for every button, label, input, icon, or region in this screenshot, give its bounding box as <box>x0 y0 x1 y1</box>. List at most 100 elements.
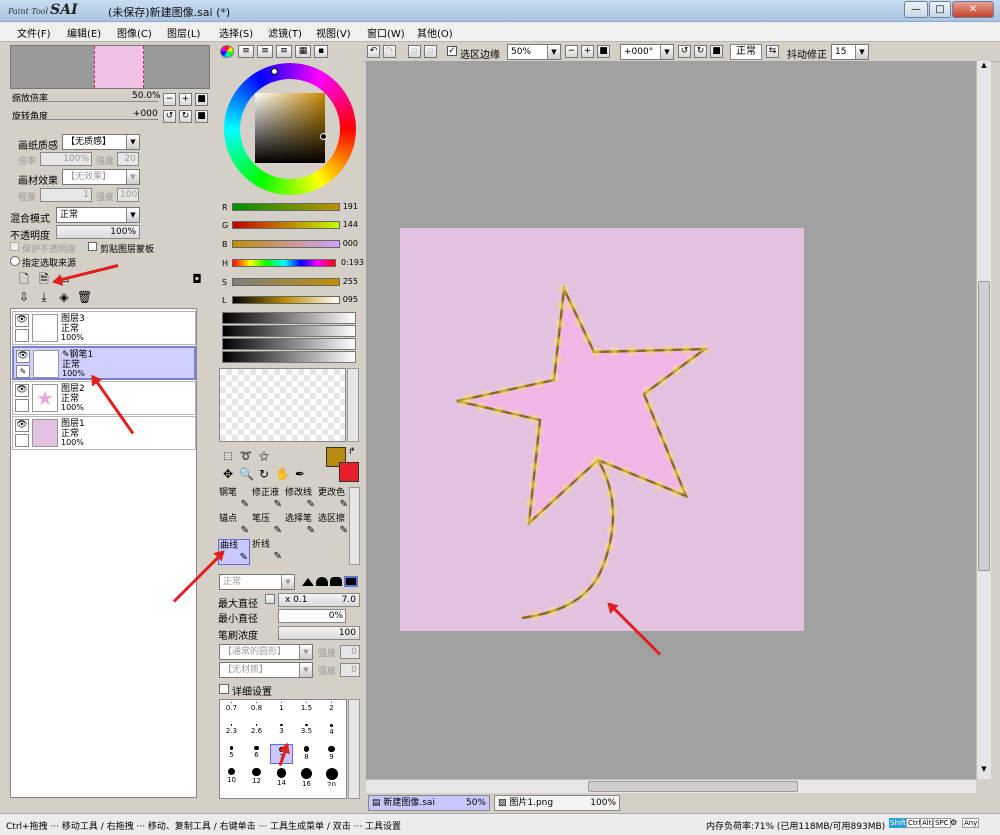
tool-button[interactable]: 笔压 ✎ <box>251 513 283 539</box>
tool-button[interactable]: 选择笔 ✎ <box>284 513 316 539</box>
lock-toggle[interactable] <box>15 329 29 342</box>
zoom-icon[interactable]: 🔍 <box>239 467 254 481</box>
min-size-field[interactable]: 0% <box>278 609 346 623</box>
drawing-paper[interactable] <box>400 228 804 631</box>
swatches-tab[interactable]: ▦ <box>295 45 311 58</box>
brush-size-preset[interactable]: 14 <box>270 766 293 786</box>
l-slider[interactable] <box>232 296 340 304</box>
b-slider[interactable] <box>232 240 340 248</box>
scratchpad-tab[interactable]: ▪ <box>314 45 328 58</box>
settings-icon[interactable]: ⚙ <box>950 818 957 827</box>
magic-wand-icon[interactable]: ⚝ <box>257 450 271 464</box>
minimize-button[interactable]: — <box>904 1 928 18</box>
hue-picker[interactable] <box>271 68 278 75</box>
brush-size-preset[interactable]: 4 <box>320 722 343 742</box>
layer-mask-icon[interactable]: ◘ <box>190 272 204 286</box>
new-layer-icon[interactable]: 🗋 <box>17 272 31 286</box>
stabilizer-select[interactable]: 15 ▼ <box>831 44 869 60</box>
brush-size-preset[interactable]: 6 <box>245 744 268 764</box>
layer-row[interactable]: 👁 图层3 正常 100% <box>12 311 196 345</box>
canvas-rotate-left-button[interactable]: ↺ <box>678 45 691 58</box>
menu-other[interactable]: 其他(O) <box>417 25 453 40</box>
eye-icon[interactable]: 👁 <box>15 384 29 397</box>
canvas-mode-field[interactable]: 正常 <box>730 44 762 60</box>
canvas-angle-select[interactable]: +000° ▼ <box>620 44 674 60</box>
pen-icon[interactable]: ✎ <box>16 365 30 378</box>
lock-toggle[interactable] <box>15 399 29 412</box>
rotate-right-button[interactable]: ↻ <box>179 110 192 123</box>
layer-row[interactable]: 👁 图层1 正常 100% <box>12 416 196 450</box>
scale-field[interactable]: 100% <box>40 152 92 166</box>
brush-size-preset[interactable]: 1 <box>270 700 293 720</box>
select-source-radio[interactable] <box>10 256 20 266</box>
flip-button[interactable]: ⇆ <box>766 45 779 58</box>
eye-icon[interactable]: 👁 <box>15 419 29 432</box>
menu-file[interactable]: 文件(F) <box>17 25 51 40</box>
texture-strength-field[interactable]: 0 <box>340 663 360 677</box>
menu-filter[interactable]: 滤镜(T) <box>268 25 302 40</box>
deselect-button[interactable]: ▫ <box>408 45 421 58</box>
delete-layer-icon[interactable]: 🗑 <box>77 290 92 304</box>
rotate-left-button[interactable]: ↺ <box>163 110 176 123</box>
rotate-reset-button[interactable]: ■ <box>195 110 208 123</box>
tool-scrollbar[interactable] <box>349 487 360 565</box>
brush-mode-select[interactable]: 正常 ▼ <box>219 574 295 590</box>
brush-size-preset[interactable]: 0.8 <box>245 700 268 720</box>
max-size-toggle[interactable] <box>265 594 275 604</box>
swatch-scrollbar[interactable] <box>347 368 359 442</box>
brush-size-preset[interactable]: 20 <box>320 766 343 786</box>
lasso-icon[interactable]: ➰ <box>239 450 253 464</box>
saturation-value-square[interactable] <box>255 93 325 163</box>
zoom-out-button[interactable]: − <box>163 93 176 106</box>
tool-button[interactable]: 修改线 ✎ <box>284 487 316 513</box>
zoom-reset-button[interactable]: ■ <box>195 93 208 106</box>
tab-document[interactable]: ▨ 图片1.png 100% <box>494 795 620 811</box>
canvas-zoom-reset-button[interactable]: ■ <box>597 45 610 58</box>
rgb-slider-tab[interactable]: ≡ <box>238 45 254 58</box>
maximize-button[interactable]: □ <box>929 1 951 18</box>
rotate-icon[interactable]: ↻ <box>257 467 271 481</box>
brush-texture-select[interactable]: 【无材质】 ▼ <box>219 662 313 678</box>
eyedropper-icon[interactable]: ✒ <box>293 467 307 481</box>
canvas-zoom-in-button[interactable]: + <box>581 45 594 58</box>
horizontal-scrollbar[interactable] <box>366 779 976 793</box>
brush-size-scrollbar[interactable] <box>348 699 360 799</box>
canvas-rotate-reset-button[interactable]: ■ <box>710 45 723 58</box>
g-slider[interactable] <box>232 221 340 229</box>
brush-size-preset[interactable]: 2.6 <box>245 722 268 742</box>
strength2-field[interactable]: 100 <box>117 188 139 202</box>
mixer-tab[interactable]: ≡ <box>276 45 292 58</box>
brush-size-preset[interactable]: 12 <box>245 766 268 786</box>
strength-field[interactable]: 20 <box>117 152 139 166</box>
brush-size-preset[interactable]: 2.3 <box>220 722 243 742</box>
redo-button[interactable]: ↷ <box>383 45 396 58</box>
brush-size-preset[interactable]: 2 <box>320 700 343 720</box>
swatch-grid[interactable] <box>219 368 346 442</box>
tool-button[interactable]: 选区擦 ✎ <box>317 513 349 539</box>
menu-edit[interactable]: 编辑(E) <box>67 25 101 40</box>
lock-toggle[interactable] <box>15 434 29 447</box>
effect-select[interactable]: 【无效果】 ▼ <box>62 169 140 185</box>
vertical-scroll-thumb[interactable] <box>978 281 990 571</box>
canvas-zoom-out-button[interactable]: − <box>565 45 578 58</box>
clip-mask-checkbox[interactable] <box>88 242 97 251</box>
new-linework-layer-icon[interactable]: 🗎 <box>37 272 51 286</box>
brush-size-preset[interactable]: 0.7 <box>220 700 243 720</box>
tab-document-active[interactable]: ▤ 新建图像.sai 50% <box>368 795 490 811</box>
close-button[interactable]: ✕ <box>952 1 994 18</box>
menu-layer[interactable]: 图层(L) <box>167 25 200 40</box>
scroll-down-arrow[interactable]: ▼ <box>978 765 990 777</box>
brush-shape-select[interactable]: 【通常的圆形】 ▼ <box>219 644 313 660</box>
tool-button[interactable]: 锚点 ✎ <box>218 513 250 539</box>
tool-button[interactable]: 更改色 ✎ <box>317 487 349 513</box>
move-icon[interactable]: ✥ <box>221 467 235 481</box>
detail-settings-checkbox[interactable] <box>219 684 229 694</box>
undo-button[interactable]: ↶ <box>367 45 380 58</box>
swap-colors-icon[interactable]: ↱ <box>348 447 356 457</box>
width-field[interactable]: 1 <box>40 188 92 202</box>
density-slider[interactable]: 100 <box>278 626 360 640</box>
horizontal-scroll-thumb[interactable] <box>588 781 798 792</box>
brush-tip-shapes[interactable] <box>300 575 360 589</box>
layer-row[interactable]: 👁 ★ 图层2 正常 100% <box>12 381 196 415</box>
hand-icon[interactable]: ✋ <box>275 467 290 481</box>
